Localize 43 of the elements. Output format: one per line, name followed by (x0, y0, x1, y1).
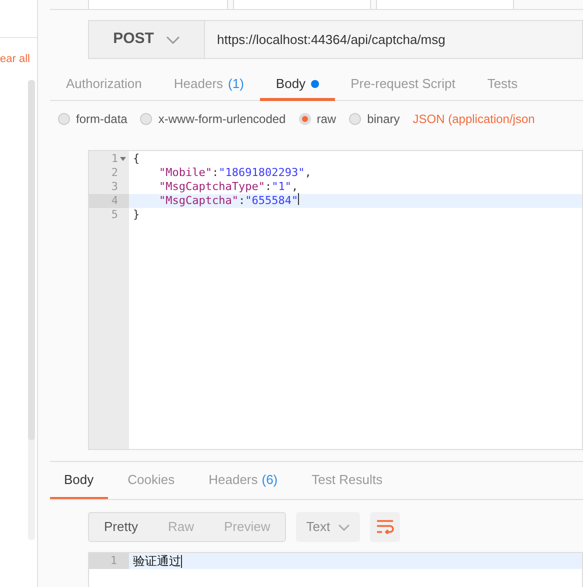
code-line: } (133, 206, 140, 223)
body-type-radio[interactable]: form-data (58, 110, 128, 128)
response-text: 验证通过 (133, 553, 181, 570)
content-type-dropdown[interactable]: JSON (application/json (412, 110, 535, 128)
code-line: "Mobile":"18691802293", (158, 164, 312, 181)
response-tab[interactable]: Test Results (298, 462, 396, 500)
code-line: "MsgCaptcha":"655584" (158, 192, 300, 209)
browser-tab[interactable] (88, 0, 228, 9)
code-line: { (133, 150, 140, 167)
line-number: 1 (111, 150, 118, 167)
fold-arrow-icon[interactable] (120, 157, 126, 161)
scrollbar[interactable] (28, 80, 35, 540)
request-tab[interactable]: Authorization (50, 69, 158, 101)
body-type-radio[interactable]: raw (298, 110, 336, 128)
request-tab[interactable]: Tests (471, 69, 534, 101)
browser-tab[interactable] (376, 0, 514, 9)
chevron-down-icon (338, 524, 350, 530)
clear-all-link[interactable]: ear all (0, 50, 30, 68)
response-tab[interactable]: Headers (6) (194, 462, 292, 500)
view-mode-tab[interactable]: Pretty (89, 513, 153, 541)
radio-button[interactable] (140, 113, 152, 125)
radio-button[interactable] (349, 113, 362, 125)
code-line: "MsgCaptchaType":"1", (158, 178, 298, 195)
response-tab[interactable]: Body (50, 462, 108, 500)
wrap-lines-icon (376, 520, 394, 534)
body-type-radio[interactable]: binary (349, 110, 400, 128)
browser-tab[interactable] (233, 0, 371, 9)
wrap-lines-button[interactable] (370, 512, 400, 542)
body-type-radio[interactable]: x-www-form-urlencoded (140, 110, 286, 128)
line-number: 5 (111, 206, 118, 223)
radio-button[interactable] (298, 113, 311, 125)
response-tab[interactable]: Cookies (114, 462, 189, 500)
line-number: 4 (111, 192, 118, 209)
format-dropdown[interactable]: Text (296, 512, 360, 542)
request-tab[interactable]: Body (260, 69, 335, 101)
view-mode-tab[interactable]: Raw (152, 513, 209, 541)
request-tab[interactable]: Pre-request Script (334, 69, 472, 101)
request-tab[interactable]: Headers (1) (158, 69, 260, 101)
radio-button[interactable] (58, 113, 70, 125)
line-number: 3 (111, 178, 118, 195)
line-number: 1 (89, 553, 129, 569)
view-mode-tab[interactable]: Preview (208, 513, 286, 541)
line-number: 2 (111, 164, 118, 181)
